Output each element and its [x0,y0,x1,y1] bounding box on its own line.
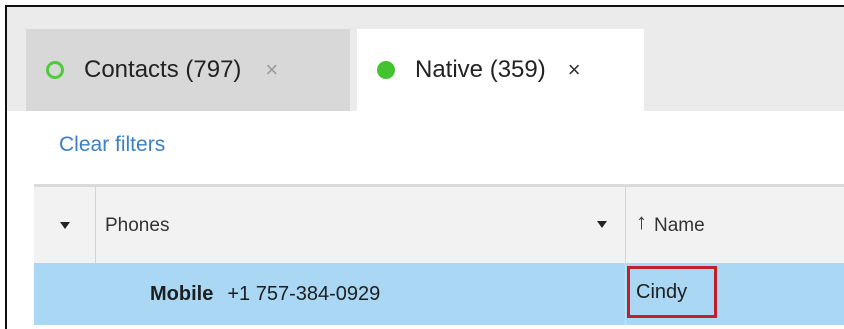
close-icon[interactable]: × [568,57,581,83]
dropdown-caret-icon[interactable] [597,221,607,228]
column-header-name-label: Name [654,215,705,236]
phone-cell[interactable]: Mobile +1 757-384-0929 [150,263,380,325]
clear-filters-link[interactable]: Clear filters [59,133,165,157]
tab-bar: Contacts (797) × Native (359) × [7,7,844,111]
tab-contacts[interactable]: Contacts (797) × [26,29,350,111]
column-chooser-button[interactable] [34,187,96,263]
app-window: Contacts (797) × Native (359) × Clear fi… [5,5,844,329]
status-circle-outline-icon [46,61,64,79]
phone-number: +1 757-384-0929 [227,282,381,305]
table-row[interactable]: Mobile +1 757-384-0929 Cindy [34,263,844,325]
close-icon[interactable]: × [265,57,278,83]
status-circle-filled-icon [377,61,395,79]
column-header-phones[interactable]: Phones [95,187,626,263]
phone-type-label: Mobile [150,282,214,305]
sort-ascending-icon: ↑ [636,209,647,234]
tab-contacts-label: Contacts (797) [84,56,242,83]
grid-header: Phones ↑ Name [34,184,844,263]
column-divider [625,263,626,325]
column-header-name[interactable]: ↑ Name [626,187,844,263]
tab-native-label: Native (359) [415,56,546,83]
column-header-phones-label: Phones [105,215,170,236]
caret-down-icon [59,221,70,229]
tab-native[interactable]: Native (359) × [357,29,644,111]
name-cell[interactable]: Cindy [627,266,717,318]
